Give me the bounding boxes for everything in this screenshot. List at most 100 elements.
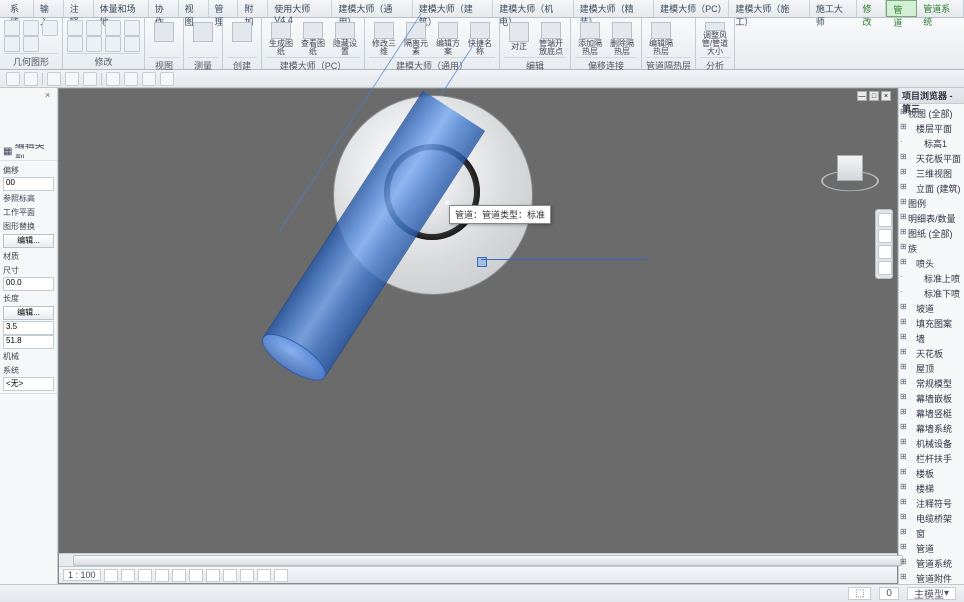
visual-style-icon[interactable] [121,569,135,582]
ribbon-button[interactable] [86,36,102,52]
qat-btn[interactable] [160,72,174,86]
property-row[interactable]: <无> [3,377,54,391]
minimize-icon[interactable]: — [857,91,867,101]
rendering-icon[interactable] [172,569,186,582]
tree-node[interactable]: 管道系统 [900,556,963,571]
tree-node[interactable]: 天花板平面 [900,151,963,166]
qat-btn[interactable] [65,72,79,86]
ribbon-button[interactable] [86,20,102,36]
tree-node[interactable]: 窗 [900,526,963,541]
steering-wheel-icon[interactable] [878,213,892,227]
tree-node[interactable]: 三维视图 [900,166,963,181]
ribbon-big-button[interactable] [227,20,257,56]
type-selector[interactable]: ▦ 编辑类型 [3,144,54,158]
horizontal-scrollbar[interactable] [59,553,897,566]
menu-tab[interactable]: 修改 [857,0,887,17]
menu-tab[interactable]: 使用大师V4.4 [268,0,332,17]
maximize-icon[interactable]: □ [869,91,879,101]
qat-btn[interactable] [6,72,20,86]
tree-node[interactable]: 幕墙系统 [900,421,963,436]
ribbon-button[interactable] [124,20,140,36]
tree-node[interactable]: 电缆桥架 [900,511,963,526]
ribbon-big-button[interactable] [149,20,179,56]
ribbon-big-button[interactable]: 编辑隔热层 [646,20,676,56]
ribbon-button[interactable] [4,20,20,36]
menu-tab[interactable]: 建模大师（精装） [574,0,654,17]
ribbon-big-button[interactable]: 对正 [504,20,534,56]
tree-node[interactable]: 屋顶 [900,361,963,376]
menu-tab[interactable]: 注释 [64,0,94,17]
tree-node[interactable]: 幕墙竖梃 [900,406,963,421]
ribbon-big-button[interactable]: 修改三维 [369,20,399,56]
crop-icon[interactable] [189,569,203,582]
menu-tab[interactable]: 建模大师（施工） [729,0,809,17]
ribbon-button[interactable] [124,36,140,52]
ribbon-button[interactable] [105,20,121,36]
ribbon-big-button[interactable]: 生成图纸 [266,20,296,56]
zoom-icon[interactable] [878,245,892,259]
crop-region-icon[interactable] [206,569,220,582]
menu-tab[interactable]: 建模大师（机电） [493,0,573,17]
tree-node[interactable]: 机械设备 [900,436,963,451]
3d-viewport[interactable]: — □ × ↖ 管道：管道类型：标准 1 : 100 [58,88,898,584]
lock-icon[interactable] [223,569,237,582]
tree-node[interactable]: 标准上喷 [900,271,963,286]
tree-node[interactable]: 栏杆扶手 [900,451,963,466]
qat-btn[interactable] [24,72,38,86]
tree-node[interactable]: 标准下喷 [900,286,963,301]
qat-btn[interactable] [142,72,156,86]
tree-node[interactable]: 注释符号 [900,496,963,511]
menu-tab[interactable]: 输入 [34,0,64,17]
ribbon-big-button[interactable]: 查看图纸 [298,20,328,56]
view-scale[interactable]: 1 : 100 [63,569,101,581]
main-model-selector[interactable]: 主模型 ▾ [907,587,956,600]
qat-btn[interactable] [83,72,97,86]
menu-tab[interactable]: 建模大师（PC） [654,0,729,17]
tree-node[interactable]: 幕墙嵌板 [900,391,963,406]
tree-node[interactable]: 标高1 [900,136,963,151]
menu-tab[interactable]: 体量和场地 [94,0,149,17]
ribbon-button[interactable] [4,36,20,52]
tree-node[interactable]: 墙 [900,331,963,346]
tree-node[interactable]: 楼层平面 [900,121,963,136]
ribbon-big-button[interactable]: 删除隔热层 [607,20,637,56]
ribbon-big-button[interactable] [188,20,218,56]
tree-node[interactable]: 填充图案 [900,316,963,331]
reveal-icon[interactable] [257,569,271,582]
pan-icon[interactable] [878,229,892,243]
qat-btn[interactable] [106,72,120,86]
menu-tab[interactable]: 管理 [209,0,239,17]
detail-level-icon[interactable] [104,569,118,582]
property-row[interactable]: 00.0 [3,277,54,291]
tree-node[interactable]: 楼板 [900,466,963,481]
menu-tab[interactable]: 系统 [4,0,34,17]
close-icon[interactable]: × [45,90,55,100]
tree-node[interactable]: 立面 (建筑) [900,181,963,196]
menu-tab[interactable]: 建模大师（建筑） [413,0,493,17]
menu-tab[interactable]: 管道 [886,0,917,17]
ribbon-button[interactable] [105,36,121,52]
tree-node[interactable]: 图纸 (全部) [900,226,963,241]
tree-node[interactable]: 族 [900,241,963,256]
tree-node[interactable]: 明细表/数量 [900,211,963,226]
tree-node[interactable]: 楼梯 [900,481,963,496]
property-row[interactable]: 00 [3,177,54,191]
tree-node[interactable]: 常规模型 [900,376,963,391]
ribbon-button[interactable] [23,36,39,52]
orbit-icon[interactable] [878,261,892,275]
property-row[interactable]: 3.5 [3,321,54,335]
qat-btn[interactable] [47,72,61,86]
sun-path-icon[interactable] [138,569,152,582]
tree-node[interactable]: 图例 [900,196,963,211]
menu-tab[interactable]: 建模大师（通用） [332,0,412,17]
menu-tab[interactable]: 视图 [179,0,209,17]
tree-node[interactable]: 喷头 [900,256,963,271]
tree-node[interactable]: 天花板 [900,346,963,361]
tree-node[interactable]: 坡道 [900,301,963,316]
property-row[interactable]: 编辑... [3,234,54,248]
hide-icon[interactable] [240,569,254,582]
qat-btn[interactable] [124,72,138,86]
close-icon[interactable]: × [881,91,891,101]
menu-tab[interactable]: 管道系统 [917,0,964,17]
constraints-icon[interactable] [274,569,288,582]
